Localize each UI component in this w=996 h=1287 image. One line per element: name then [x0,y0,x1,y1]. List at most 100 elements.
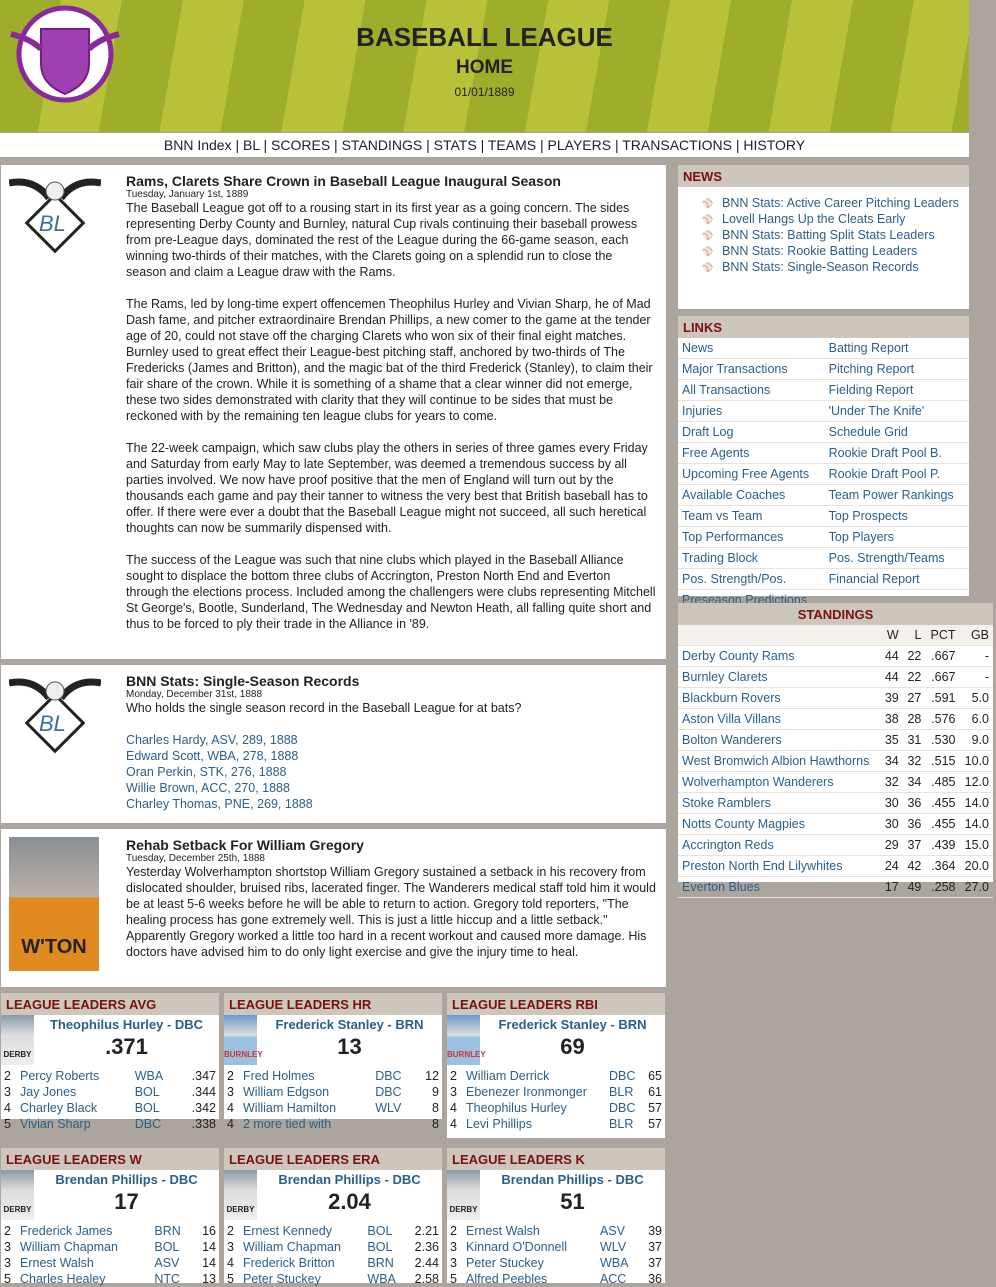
article-title[interactable]: Rams, Clarets Share Crown in Baseball Le… [126,173,656,189]
player-link[interactable]: Ernest Walsh [17,1255,151,1271]
record-link[interactable]: Charley Thomas, PNE, 269, 1888 [126,796,656,812]
leader-name[interactable]: Brendan Phillips - DBC [34,1170,219,1187]
nav-link-history[interactable]: HISTORY [743,137,805,153]
player-link[interactable]: Fred Holmes [240,1068,372,1084]
link-item[interactable]: Batting Report [824,338,969,359]
nav-link-teams[interactable]: TEAMS [488,137,536,153]
player-link[interactable]: Charley Black [17,1100,132,1116]
leader-name[interactable]: Theophilus Hurley - DBC [34,1015,219,1032]
link-item[interactable]: Top Performances [678,526,825,548]
link-item[interactable]: Injuries [678,400,825,422]
leader-name[interactable]: Brendan Phillips - DBC [257,1170,442,1187]
team-link[interactable]: Everton Blues [678,876,881,898]
player-link[interactable]: William Hamilton [240,1100,372,1116]
link-item[interactable]: Rookie Draft Pool P. [824,463,969,485]
player-link[interactable]: Vivian Sharp [17,1116,132,1132]
leader-name[interactable]: Brendan Phillips - DBC [480,1170,665,1187]
article-title[interactable]: Rehab Setback For William Gregory [126,837,656,853]
player-link[interactable]: Alfred Peebles [463,1271,597,1287]
link-item[interactable]: Schedule Grid [824,421,969,443]
player-link[interactable]: Charles Healey [17,1271,151,1287]
record-link[interactable]: Charles Hardy, ASV, 289, 1888 [126,732,656,748]
team-link[interactable]: Accrington Reds [678,834,881,856]
link-item[interactable]: Pitching Report [824,358,969,380]
news-item[interactable]: BNN Stats: Batting Split Stats Leaders [698,227,969,243]
link-item[interactable]: Fielding Report [824,379,969,401]
link-item[interactable]: Financial Report [824,568,969,590]
player-link[interactable]: Ernest Kennedy [240,1223,364,1239]
record-link[interactable]: Willie Brown, ACC, 270, 1888 [126,780,656,796]
team: BLR [609,1117,634,1131]
news-item[interactable]: Lovell Hangs Up the Cleats Early [698,211,969,227]
link-item[interactable]: All Transactions [678,379,825,401]
team-link[interactable]: West Bromwich Albion Hawthorns [678,750,881,772]
leader-name[interactable]: Frederick Stanley - BRN [480,1015,665,1032]
player-link[interactable]: 2 more tied with [240,1116,372,1132]
player-link[interactable]: Percy Roberts [17,1068,132,1084]
nav-link-bl[interactable]: BL [243,137,260,153]
player-link[interactable]: Peter Stuckey [240,1271,364,1287]
player-link[interactable]: Kinnard O'Donnell [463,1239,597,1255]
link-item[interactable]: Top Prospects [824,505,969,527]
nav-link-standings[interactable]: STANDINGS [342,137,423,153]
link-item[interactable]: Draft Log [678,421,825,443]
link-item[interactable]: News [678,338,825,359]
stat-value: 37 [648,1240,662,1254]
player-link[interactable]: Ernest Walsh [463,1223,597,1239]
team-link[interactable]: Preston North End Lilywhites [678,855,881,877]
standings-cell: .530 [925,729,960,751]
team-link[interactable]: Burnley Clarets [678,666,881,688]
link-item[interactable]: Pos. Strength/Pos. [678,568,825,590]
team: WBA [599,1256,629,1270]
team-link[interactable]: Stoke Ramblers [678,792,881,814]
news-panel: NEWS BNN Stats: Active Career Pitching L… [678,165,969,309]
link-item[interactable]: Free Agents [678,442,825,464]
team-link[interactable]: Notts County Magpies [678,813,881,835]
team-link[interactable]: Bolton Wanderers [678,729,881,751]
player-link[interactable]: William Edgson [240,1084,372,1100]
leader-value: 13 [337,1034,362,1059]
stat-value: .338 [191,1117,216,1131]
player-link[interactable]: Peter Stuckey [463,1255,597,1271]
link-item[interactable]: Upcoming Free Agents [678,463,825,485]
team-link[interactable]: Blackburn Rovers [678,687,881,709]
standings-cell: 17 [880,876,903,898]
link-item[interactable]: Pos. Strength/Teams [824,547,969,569]
player-link[interactable]: Jay Jones [17,1084,132,1100]
player-link[interactable]: William Chapman [240,1239,364,1255]
nav-link-transactions[interactable]: TRANSACTIONS [622,137,732,153]
player-link[interactable]: William Derrick [463,1068,606,1084]
leaders-row: 3 William Chapman BOL 2.36 [224,1239,442,1255]
link-item[interactable]: 'Under The Knife' [824,400,969,422]
player-link[interactable]: Theophilus Hurley [463,1100,606,1116]
link-item[interactable]: Team vs Team [678,505,825,527]
player-link[interactable]: Frederick Britton [240,1255,364,1271]
record-link[interactable]: Oran Perkin, STK, 276, 1888 [126,764,656,780]
link-item[interactable]: Available Coaches [678,484,825,506]
link-item[interactable]: Trading Block [678,547,825,569]
player-link[interactable]: Levi Phillips [463,1116,606,1132]
nav-link-scores[interactable]: SCORES [271,137,330,153]
nav-link-players[interactable]: PLAYERS [548,137,612,153]
player-link[interactable]: William Chapman [17,1239,151,1255]
link-item[interactable]: Rookie Draft Pool B. [824,442,969,464]
team-link[interactable]: Derby County Rams [678,645,881,667]
team: ASV [154,1256,180,1270]
nav-link-stats[interactable]: STATS [434,137,477,153]
nav-link-bnn-index[interactable]: BNN Index [164,137,232,153]
team-link[interactable]: Wolverhampton Wanderers [678,771,881,793]
link-item[interactable]: Team Power Rankings [824,484,969,506]
article-title[interactable]: BNN Stats: Single-Season Records [126,673,656,689]
news-item[interactable]: BNN Stats: Single-Season Records [698,259,969,275]
news-item[interactable]: BNN Stats: Active Career Pitching Leader… [698,195,969,211]
link-item[interactable]: Top Players [824,526,969,548]
stat-value: 9 [432,1085,439,1099]
team-link[interactable]: Aston Villa Villans [678,708,881,730]
player-link[interactable]: Ebenezer Ironmonger [463,1084,606,1100]
player-link[interactable]: Frederick James [17,1223,151,1239]
record-link[interactable]: Edward Scott, WBA, 278, 1888 [126,748,656,764]
news-item[interactable]: BNN Stats: Rookie Batting Leaders [698,243,969,259]
team: BOL [134,1101,160,1115]
leader-name[interactable]: Frederick Stanley - BRN [257,1015,442,1032]
link-item[interactable]: Major Transactions [678,358,825,380]
